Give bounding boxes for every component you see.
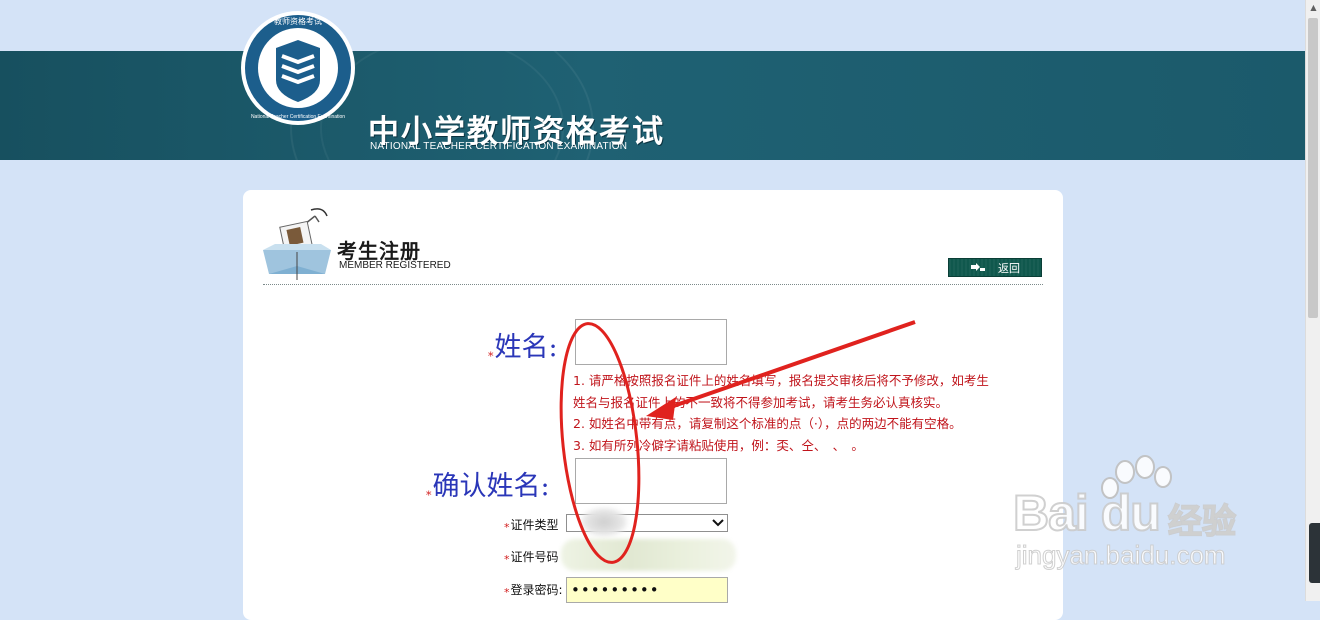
scroll-thumb[interactable] (1308, 18, 1318, 318)
note-line: 2. 如姓名中带有点，请复制这个标准的点（·），点的两边不能有空格。 (573, 416, 962, 431)
back-arrow-icon (971, 263, 985, 271)
watermark-url: jingyan.baidu.com (1016, 540, 1227, 571)
seal-text-ring: National Teacher Certification Examinati… (251, 114, 345, 120)
required-mark: * (504, 521, 510, 534)
book-shield-logo-icon: 教师资格考试 National Teacher Certification Ex… (241, 11, 355, 125)
side-tab[interactable] (1309, 523, 1320, 583)
id-number-label: *证件号码 (504, 550, 559, 566)
name-notes: 1. 请严格按照报名证件上的姓名填写，报名提交审核后将不予修改，如考生 姓名与报… (573, 370, 1043, 456)
vertical-scrollbar[interactable]: ▲ (1305, 0, 1320, 601)
note-line: 姓名与报名证件上的不一致将不得参加考试，请考生务必认真核实。 (573, 394, 949, 410)
id-number-input-redacted[interactable] (561, 539, 736, 571)
back-button[interactable]: 返回 (948, 258, 1042, 277)
scroll-up-arrow-icon[interactable]: ▲ (1306, 0, 1320, 15)
site-subtitle: NATIONAL TEACHER CERTIFICATION EXAMINATI… (370, 141, 628, 152)
redacted-blur (580, 507, 628, 537)
note-line: 1. 请严格按照报名证件上的姓名填写，报名提交审核后将不予修改，如考生 (573, 373, 989, 388)
required-mark: * (426, 489, 432, 502)
id-badge-box-icon (263, 208, 331, 280)
required-mark: * (504, 586, 510, 599)
id-type-label: *证件类型 (504, 518, 559, 534)
seal-text-top: 教师资格考试 (274, 16, 322, 26)
required-mark: * (488, 350, 494, 363)
registration-panel: 考生注册 MEMBER REGISTERED 返回 *姓名: 1. 请严格按照报… (243, 190, 1063, 620)
panel-subtitle: MEMBER REGISTERED (339, 260, 451, 271)
site-header: 中小学教师资格考试 NATIONAL TEACHER CERTIFICATION… (0, 51, 1305, 160)
name-label: *姓名: (488, 332, 558, 363)
note-line: 3. 如有所列冷僻字请粘贴使用，例：奀、仝、 、 。 (573, 437, 864, 453)
password-input[interactable]: ••••••••• (566, 577, 728, 603)
confirm-name-input[interactable] (575, 458, 727, 504)
chevron-down-icon (712, 519, 724, 527)
header-divider (263, 284, 1043, 285)
back-button-label: 返回 (998, 261, 1020, 275)
password-label: *登录密码: (504, 583, 563, 599)
name-input[interactable] (575, 319, 727, 365)
watermark-brand: Bai du (1012, 484, 1162, 542)
confirm-name-label: *确认姓名: (426, 471, 550, 502)
required-mark: * (504, 553, 510, 566)
watermark-brand-cn: 经验 (1167, 501, 1237, 543)
